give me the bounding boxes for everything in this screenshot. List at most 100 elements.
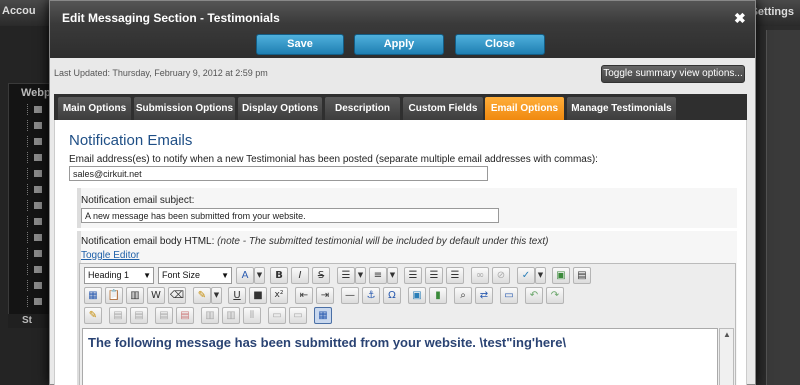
font-size-select-value: Font Size <box>162 270 201 280</box>
table-col-before-icon[interactable]: ▥ <box>201 307 219 324</box>
clear-formatting-icon[interactable]: ⌫ <box>168 287 186 304</box>
tree-row <box>27 264 51 275</box>
tree-row <box>27 184 51 195</box>
edit-messaging-dialog: Edit Messaging Section - Testimonials ✖ … <box>49 0 756 385</box>
toolbar-row: ▦ 📋 ▥ W ⌫ ✎ ▼ U ■ x² ⇤ ⇥ — ⚓ Ω ▣ ▮ ⌕ ⇄ ▭ <box>84 287 734 305</box>
scroll-up-icon[interactable]: ▲ <box>723 330 731 339</box>
table-delete-row-icon[interactable]: ▤ <box>155 307 173 324</box>
background-webpages-panel: Webp <box>8 83 51 328</box>
insert-image-icon[interactable]: ▣ <box>408 287 426 304</box>
table-col-after-icon[interactable]: ▥ <box>222 307 240 324</box>
tab-display-options[interactable]: Display Options <box>238 97 322 120</box>
horizontal-rule-icon[interactable]: — <box>341 287 359 304</box>
undo-icon[interactable]: ↶ <box>525 287 543 304</box>
background-panel-footer: St <box>8 314 50 328</box>
block-icon[interactable]: ■ <box>249 287 267 304</box>
close-button[interactable]: Close <box>455 34 545 55</box>
source-code-icon[interactable]: ▭ <box>500 287 518 304</box>
align-right-icon[interactable]: ☰ <box>446 267 464 284</box>
table-props-icon[interactable]: ▭ <box>289 307 307 324</box>
font-size-select[interactable]: Font Size ▼ <box>158 267 232 284</box>
visual-aid-icon[interactable]: ✎ <box>84 307 102 324</box>
background-panel-title: Webp <box>21 87 51 99</box>
superscript-icon[interactable]: x² <box>270 287 288 304</box>
link-icon[interactable]: ∞ <box>471 267 489 284</box>
table-split-icon[interactable]: ⫴ <box>243 307 261 324</box>
spellcheck-icon[interactable]: ✓ <box>517 267 535 284</box>
dialog-header: Edit Messaging Section - Testimonials ✖ … <box>50 1 755 58</box>
tree-row <box>27 216 51 227</box>
tab-submission-options[interactable]: Submission Options <box>134 97 235 120</box>
text-color-icon[interactable]: A <box>236 267 254 284</box>
numbered-list-icon[interactable]: ≡ <box>369 267 387 284</box>
tab-bar: Main Options Submission Options Display … <box>54 94 747 120</box>
background-account-label: Accou <box>2 5 36 17</box>
paste-word-icon[interactable]: W <box>147 287 165 304</box>
table-insert-row-before-icon[interactable]: ▤ <box>109 307 127 324</box>
redo-icon[interactable]: ↷ <box>546 287 564 304</box>
insert-table-icon[interactable]: ▦ <box>314 307 332 324</box>
unlink-icon[interactable]: ⊘ <box>492 267 510 284</box>
email-recipients-field[interactable]: sales@cirkuit.net <box>69 166 488 181</box>
highlight-dropdown-icon[interactable]: ▼ <box>211 287 222 304</box>
editor-content-area[interactable]: The following message has been submitted… <box>82 328 718 385</box>
insert-media-icon[interactable]: ▮ <box>429 287 447 304</box>
numbered-list-dropdown-icon[interactable]: ▼ <box>387 267 398 284</box>
email-body-label: Notification email body HTML: (note - Th… <box>81 236 548 247</box>
apply-button[interactable]: Apply <box>354 34 444 55</box>
text-color-dropdown-icon[interactable]: ▼ <box>254 267 265 284</box>
bullet-list-dropdown-icon[interactable]: ▼ <box>355 267 366 284</box>
close-icon[interactable]: ✖ <box>734 10 746 27</box>
tab-main-options[interactable]: Main Options <box>58 97 131 120</box>
tab-description[interactable]: Description <box>325 97 400 120</box>
editor-body-text: The following message has been submitted… <box>88 335 567 350</box>
indent-icon[interactable]: ⇥ <box>316 287 334 304</box>
new-document-icon[interactable]: ▤ <box>573 267 591 284</box>
editor-scrollbar[interactable]: ▲ <box>719 328 734 385</box>
tree-row <box>27 280 51 291</box>
paste-icon[interactable]: 📋 <box>105 287 123 304</box>
paste-text-icon[interactable]: ▥ <box>126 287 144 304</box>
tree-row <box>27 104 51 115</box>
tab-email-options[interactable]: Email Options <box>485 97 564 120</box>
format-select[interactable]: Heading 1 ▼ <box>84 267 154 284</box>
toolbar-row: ✎ ▤ ▤ ▤ ▤ ▥ ▥ ⫴ ▭ ▭ ▦ <box>84 307 734 325</box>
tree-row <box>27 296 51 307</box>
italic-icon[interactable]: I <box>291 267 309 284</box>
bold-icon[interactable]: B <box>270 267 288 284</box>
email-body-note: (note - The submitted testimonial will b… <box>217 236 549 247</box>
toolbar-row: Heading 1 ▼ Font Size ▼ A ▼ B I S ☰ ▼ ≡ ▼ … <box>84 267 734 285</box>
align-left-icon[interactable]: ☰ <box>404 267 422 284</box>
highlight-icon[interactable]: ✎ <box>193 287 211 304</box>
section-title: Notification Emails <box>69 132 193 149</box>
toggle-summary-button[interactable]: Toggle summary view options... <box>601 65 745 83</box>
dialog-title: Edit Messaging Section - Testimonials <box>62 11 280 25</box>
outdent-icon[interactable]: ⇤ <box>295 287 313 304</box>
align-center-icon[interactable]: ☰ <box>425 267 443 284</box>
email-recipients-label: Email address(es) to notify when a new T… <box>69 154 598 165</box>
tab-custom-fields[interactable]: Custom Fields <box>403 97 483 120</box>
save-button[interactable]: Save <box>256 34 344 55</box>
background-settings-label: Settings <box>750 6 794 18</box>
table-insert-row-after-icon[interactable]: ▤ <box>130 307 148 324</box>
email-subject-field[interactable]: A new message has been submitted from yo… <box>81 208 499 223</box>
table-merge-icon[interactable]: ▭ <box>268 307 286 324</box>
keyboard-icon[interactable]: ▦ <box>84 287 102 304</box>
special-character-icon[interactable]: Ω <box>383 287 401 304</box>
tree-row <box>27 136 51 147</box>
tab-manage-testimonials[interactable]: Manage Testimonials <box>567 97 676 120</box>
insert-template-icon[interactable]: ▣ <box>552 267 570 284</box>
bullet-list-icon[interactable]: ☰ <box>337 267 355 284</box>
chevron-down-icon: ▼ <box>143 271 151 280</box>
toggle-editor-link[interactable]: Toggle Editor <box>81 250 139 261</box>
strikethrough-icon[interactable]: S <box>312 267 330 284</box>
find-icon[interactable]: ⌕ <box>454 287 472 304</box>
underline-icon[interactable]: U <box>228 287 246 304</box>
tree-row <box>27 120 51 131</box>
table-delete-col-icon[interactable]: ▤ <box>176 307 194 324</box>
find-replace-icon[interactable]: ⇄ <box>475 287 493 304</box>
email-options-panel: Notification Emails Email address(es) to… <box>54 120 747 385</box>
spellcheck-dropdown-icon[interactable]: ▼ <box>535 267 546 284</box>
tree-row <box>27 248 51 259</box>
anchor-icon[interactable]: ⚓ <box>362 287 380 304</box>
